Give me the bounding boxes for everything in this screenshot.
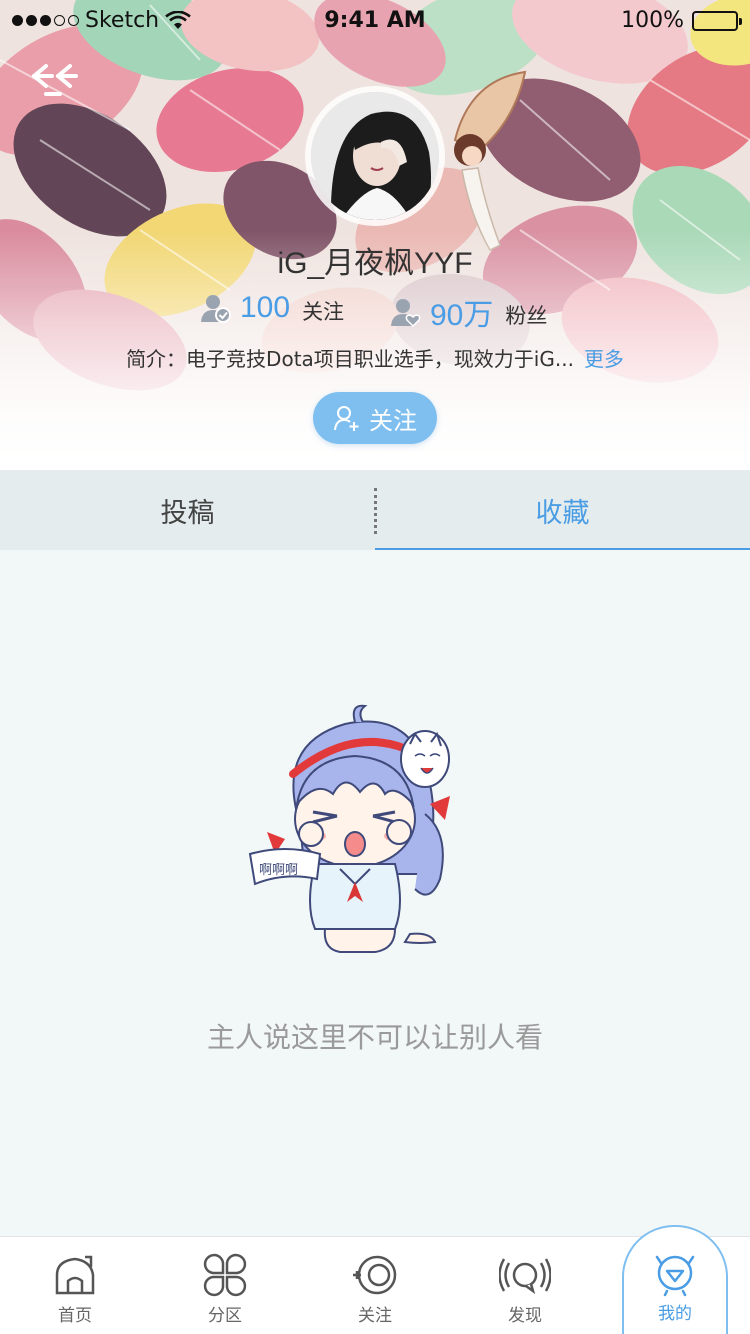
- tab-divider: [374, 488, 377, 534]
- following-count: 100: [240, 291, 291, 324]
- add-user-icon: [334, 406, 359, 431]
- crying-girl-illustration: 啊啊啊: [248, 704, 450, 953]
- category-icon: [203, 1253, 247, 1297]
- back-arrow-icon: [32, 64, 78, 96]
- back-button[interactable]: [28, 58, 82, 100]
- nav-item-category[interactable]: 分区: [150, 1237, 300, 1334]
- following-label: 关注: [302, 300, 345, 324]
- nav-item-discover[interactable]: 发现: [450, 1237, 600, 1334]
- avatar[interactable]: [311, 92, 439, 220]
- discover-icon: [499, 1258, 551, 1295]
- bio-more-link[interactable]: 更多: [584, 347, 624, 371]
- home-icon: [55, 1255, 95, 1295]
- nav-label-home: 首页: [58, 1306, 92, 1326]
- fans-stat[interactable]: 90万 粉丝: [390, 290, 547, 334]
- following-user-icon: [201, 295, 231, 323]
- speech-text: 啊啊啊: [259, 863, 298, 878]
- nav-label-profile: 我的: [658, 1304, 692, 1324]
- nav-item-home[interactable]: 首页: [0, 1237, 150, 1334]
- fans-label: 粉丝: [505, 304, 548, 328]
- profile-username: iG_月夜枫YYF: [277, 247, 473, 280]
- tab-submissions[interactable]: 投稿: [0, 470, 375, 550]
- empty-state-message: 主人说这里不可以让别人看: [206, 1021, 543, 1054]
- profile-icon: [655, 1255, 695, 1297]
- follow-icon: [353, 1255, 397, 1295]
- profile-bio: 简介：电子竞技Dota项目职业选手，现效力于iG... 更多: [0, 343, 750, 372]
- bottom-tab-bar: 首页 分区 关注 发现 我的: [0, 1225, 750, 1334]
- follow-button[interactable]: 关注: [313, 392, 437, 444]
- nav-label-category: 分区: [208, 1306, 242, 1326]
- status-bar: Sketch 9:41 AM 100%: [0, 0, 750, 40]
- profile-stats: 100 关注 90万 粉丝: [0, 290, 750, 332]
- fans-count: 90万: [430, 299, 494, 332]
- nav-label-discover: 发现: [508, 1306, 542, 1326]
- nav-label-follow: 关注: [358, 1306, 392, 1326]
- avatar-frame: [305, 86, 445, 226]
- nav-item-profile[interactable]: 我的: [600, 1225, 750, 1334]
- nav-item-follow[interactable]: 关注: [300, 1237, 450, 1334]
- battery-group: 100%: [621, 8, 742, 33]
- bio-text: 简介：电子竞技Dota项目职业选手，现效力于iG...: [126, 347, 574, 371]
- tab-favorites[interactable]: 收藏: [375, 470, 750, 550]
- battery-percent: 100%: [621, 8, 684, 33]
- favorites-content: 啊啊啊 主人说这里不可以让别人看: [0, 550, 750, 1236]
- follow-button-label: 关注: [369, 406, 417, 435]
- avatar-photo: [311, 92, 439, 220]
- battery-icon: [692, 10, 742, 31]
- following-stat[interactable]: 100 关注: [200, 290, 344, 326]
- fans-user-icon: [391, 299, 421, 328]
